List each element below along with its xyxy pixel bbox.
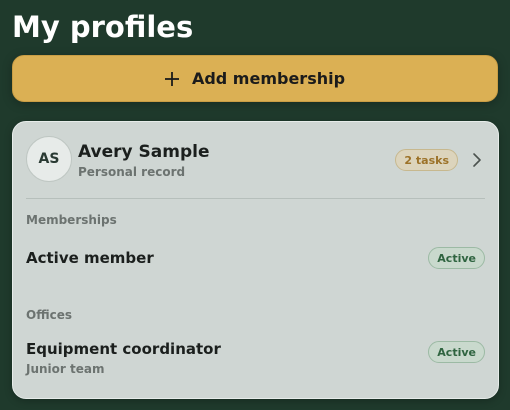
profile-name: Avery Sample	[78, 142, 210, 162]
chevron-right-icon[interactable]	[472, 152, 482, 168]
status-badge: Active	[428, 247, 485, 269]
profile-subtitle: Personal record	[78, 165, 186, 179]
divider	[26, 198, 485, 199]
add-membership-label: Add membership	[191, 69, 346, 88]
add-membership-button[interactable]: Add membership	[12, 55, 498, 102]
office-item-subtitle: Junior team	[26, 362, 105, 376]
plus-icon	[164, 71, 179, 86]
membership-item-title: Active member	[26, 249, 154, 267]
profile-card: AS Avery Sample Personal record 2 tasks …	[12, 121, 499, 399]
tasks-badge[interactable]: 2 tasks	[395, 149, 458, 171]
profile-row[interactable]: AS Avery Sample Personal record 2 tasks	[13, 122, 498, 198]
avatar: AS	[26, 136, 72, 182]
office-item-title: Equipment coordinator	[26, 340, 221, 358]
page-title: My profiles	[12, 10, 194, 44]
offices-section-title: Offices	[26, 308, 72, 322]
memberships-section-title: Memberships	[26, 213, 117, 227]
status-badge: Active	[428, 341, 485, 363]
